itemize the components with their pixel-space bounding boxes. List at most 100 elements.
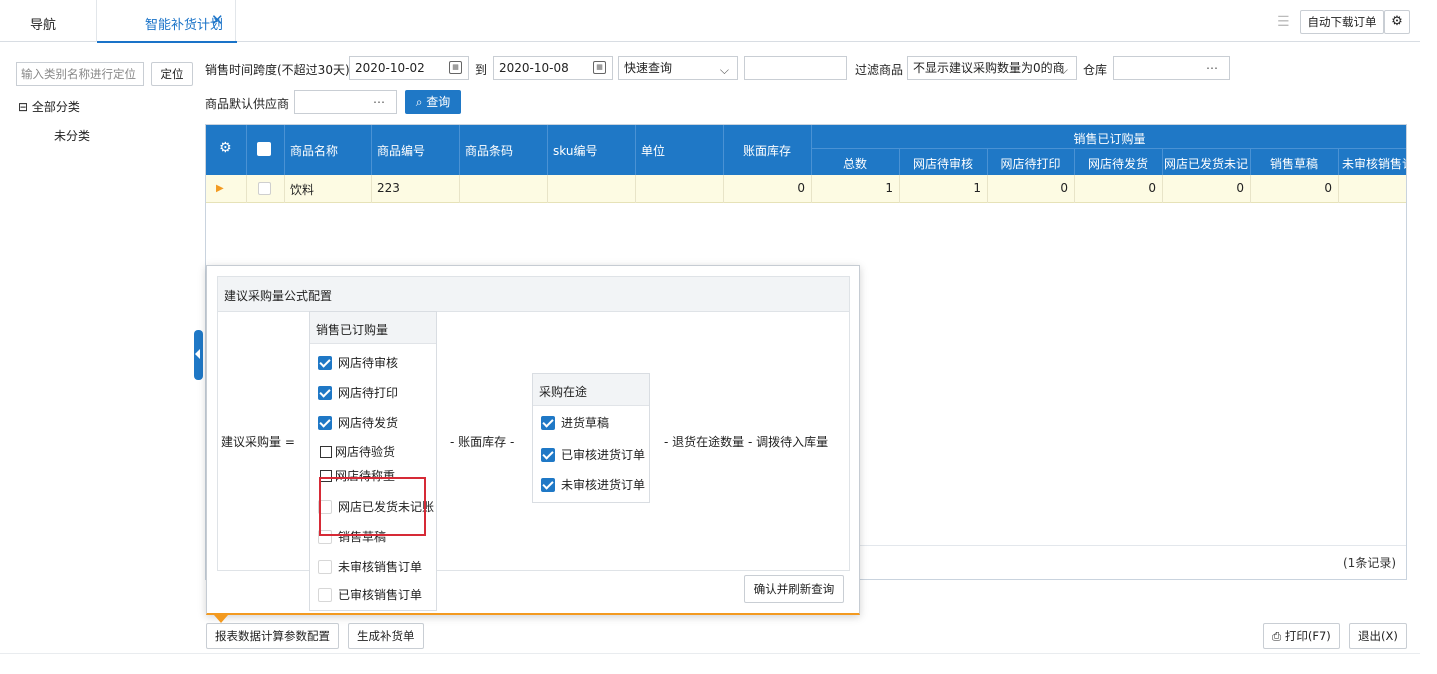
- formula-minus-stock: - 账面库存 -: [450, 435, 515, 449]
- filter-goods-select[interactable]: 不显示建议采购数量为0的商 ⌵: [907, 56, 1077, 80]
- col-header-pending-ship[interactable]: 网店待发货: [1074, 155, 1162, 172]
- locate-button[interactable]: 定位: [151, 62, 193, 86]
- record-count: (1条记录): [1343, 556, 1396, 570]
- col-group-sales-ordered: 销售已订购量: [1073, 132, 1146, 146]
- tab-nav[interactable]: 导航: [30, 14, 56, 33]
- print-button[interactable]: ⎙ 打印(F7): [1263, 623, 1340, 649]
- checkbox-pending-inspection[interactable]: 网店待验货: [320, 443, 395, 460]
- date-from-value: 2020-10-02: [355, 61, 425, 75]
- filter-goods-value: 不显示建议采购数量为0的商: [913, 61, 1065, 75]
- gear-icon[interactable]: ⚙: [219, 140, 232, 156]
- cell-name: 饮料: [290, 183, 315, 197]
- report-params-config-button[interactable]: 报表数据计算参数配置: [206, 623, 339, 649]
- highlight-box: [319, 477, 426, 536]
- quick-query-value: 快速查询: [624, 61, 673, 75]
- purchase-group-header: 采购在途: [533, 374, 649, 406]
- col-header-total[interactable]: 总数: [811, 155, 899, 172]
- col-header-pending-review[interactable]: 网店待审核: [899, 155, 987, 172]
- col-header-sku[interactable]: sku编号: [553, 142, 597, 159]
- warehouse-label: 仓库: [1083, 63, 1108, 77]
- col-header-name[interactable]: 商品名称: [290, 142, 338, 159]
- purchase-in-transit-group: 采购在途 进货草稿 已审核进货订单 未审核进货订单: [532, 373, 650, 503]
- table-row[interactable]: ▶ 饮料 223 0 1 1 0 0 0 0: [206, 175, 1406, 203]
- search-icon: ⌕: [415, 95, 423, 109]
- tree-root-label: 全部分类: [31, 100, 80, 114]
- calendar-icon[interactable]: ▦: [593, 61, 606, 74]
- table-header: ⚙ 商品名称 商品编号 商品条码 sku编号 单位 账面库存 销售已订购量 总数…: [206, 125, 1406, 175]
- formula-tail: - 退货在途数量 - 调拨待入库量: [664, 435, 829, 449]
- chevron-down-icon: ⌵: [1058, 63, 1068, 77]
- row-pointer-icon: ▶: [216, 183, 224, 194]
- formula-config-popup: 建议采购量公式配置 建议采购量 = 销售已订购量 网店待审核 网店待打印 网店待…: [206, 265, 860, 615]
- cell-pending-print: 0: [1060, 181, 1068, 195]
- confirm-refresh-button[interactable]: 确认并刷新查询: [744, 575, 844, 603]
- generate-replenishment-button[interactable]: 生成补货单: [348, 623, 424, 649]
- category-search-input[interactable]: 输入类别名称进行定位: [16, 62, 144, 86]
- date-to-input[interactable]: 2020-10-08 ▦: [493, 56, 613, 80]
- popup-caret: [214, 615, 228, 623]
- checkbox-unreviewed-purchase-order[interactable]: 未审核进货订单: [541, 476, 645, 493]
- checkbox-reviewed-purchase-order[interactable]: 已审核进货订单: [541, 446, 645, 463]
- checkbox-pending-print[interactable]: 网店待打印: [318, 384, 398, 401]
- chevron-left-icon: [195, 349, 200, 359]
- app-window: 导航 智能补货计划 ✕ ☰ 自动下载订单 ⚙ 输入类别名称进行定位 定位 ⊟ 全…: [0, 0, 1437, 674]
- to-label: 到: [475, 63, 488, 77]
- col-header-code[interactable]: 商品编号: [377, 142, 425, 159]
- panel-collapse-handle[interactable]: [194, 330, 203, 380]
- formula-lhs: 建议采购量 =: [221, 435, 295, 449]
- col-header-shipped-unrecorded[interactable]: 网店已发货未记: [1162, 155, 1250, 172]
- checkbox-purchase-draft[interactable]: 进货草稿: [541, 414, 609, 431]
- checkbox-reviewed-sales-order[interactable]: 已审核销售订单: [318, 586, 422, 603]
- auto-download-button[interactable]: 自动下载订单: [1300, 10, 1384, 34]
- checkbox-unreviewed-sales-order[interactable]: 未审核销售订单: [318, 558, 422, 575]
- calendar-icon[interactable]: ▦: [449, 61, 462, 74]
- popup-header: 建议采购量公式配置: [217, 276, 850, 312]
- tab-smart-replenishment[interactable]: 智能补货计划 ✕: [96, 0, 237, 43]
- tree-item-uncategorized[interactable]: 未分类: [54, 127, 90, 144]
- cell-pending-review: 1: [973, 181, 981, 195]
- quick-query-input[interactable]: [744, 56, 847, 80]
- col-header-unit[interactable]: 单位: [641, 142, 665, 159]
- close-icon[interactable]: ✕: [211, 11, 224, 29]
- popup-body: 建议采购量 = 销售已订购量 网店待审核 网店待打印 网店待发货 网店待验货 网…: [217, 311, 850, 611]
- supplier-input[interactable]: ⋯: [294, 90, 397, 114]
- list-icon[interactable]: ☰: [1277, 14, 1290, 30]
- supplier-label: 商品默认供应商: [205, 97, 290, 111]
- cell-code: 223: [377, 181, 400, 195]
- quick-query-select[interactable]: 快速查询 ⌵: [618, 56, 738, 80]
- tree-root-all[interactable]: ⊟ 全部分类: [18, 98, 80, 115]
- col-header-stock[interactable]: 账面库存: [743, 142, 791, 159]
- col-header-barcode[interactable]: 商品条码: [465, 142, 513, 159]
- period-label: 销售时间跨度(不超过30天): [205, 63, 350, 77]
- col-header-pending-print[interactable]: 网店待打印: [987, 155, 1074, 172]
- col-header-sales-draft[interactable]: 销售草稿: [1250, 155, 1338, 172]
- print-label: 打印(F7): [1284, 629, 1331, 643]
- query-label: 查询: [426, 95, 451, 109]
- date-from-input[interactable]: 2020-10-02 ▦: [349, 56, 469, 80]
- exit-button[interactable]: 退出(X): [1349, 623, 1407, 649]
- popup-title: 建议采购量公式配置: [224, 289, 333, 303]
- more-icon[interactable]: ⋯: [1206, 57, 1219, 79]
- checkbox-pending-ship[interactable]: 网店待发货: [318, 414, 398, 431]
- date-to-value: 2020-10-08: [499, 61, 569, 75]
- purchase-group-title: 采购在途: [539, 385, 588, 399]
- query-button[interactable]: ⌕ 查询: [405, 90, 461, 114]
- checkbox-pending-review[interactable]: 网店待审核: [318, 354, 398, 371]
- cell-pending-ship: 0: [1148, 181, 1156, 195]
- collapse-icon[interactable]: ⊟: [18, 100, 28, 114]
- divider: [0, 653, 1420, 654]
- col-header-unreviewed-order[interactable]: 未审核销售订: [1342, 155, 1406, 172]
- row-checkbox[interactable]: [258, 182, 271, 195]
- warehouse-input[interactable]: ⋯: [1113, 56, 1230, 80]
- cell-stock: 0: [797, 181, 805, 195]
- cell-sales-draft: 0: [1324, 181, 1332, 195]
- sales-group-title: 销售已订购量: [316, 323, 389, 337]
- chevron-down-icon: ⌵: [719, 63, 729, 77]
- cell-shipped-unrecorded: 0: [1236, 181, 1244, 195]
- printer-icon: ⎙: [1272, 629, 1282, 643]
- more-icon[interactable]: ⋯: [373, 91, 386, 113]
- gear-icon[interactable]: ⚙: [1384, 10, 1410, 34]
- tab-active-underline: [97, 41, 237, 43]
- sales-group-header: 销售已订购量: [310, 312, 436, 344]
- select-all-checkbox[interactable]: [257, 142, 271, 156]
